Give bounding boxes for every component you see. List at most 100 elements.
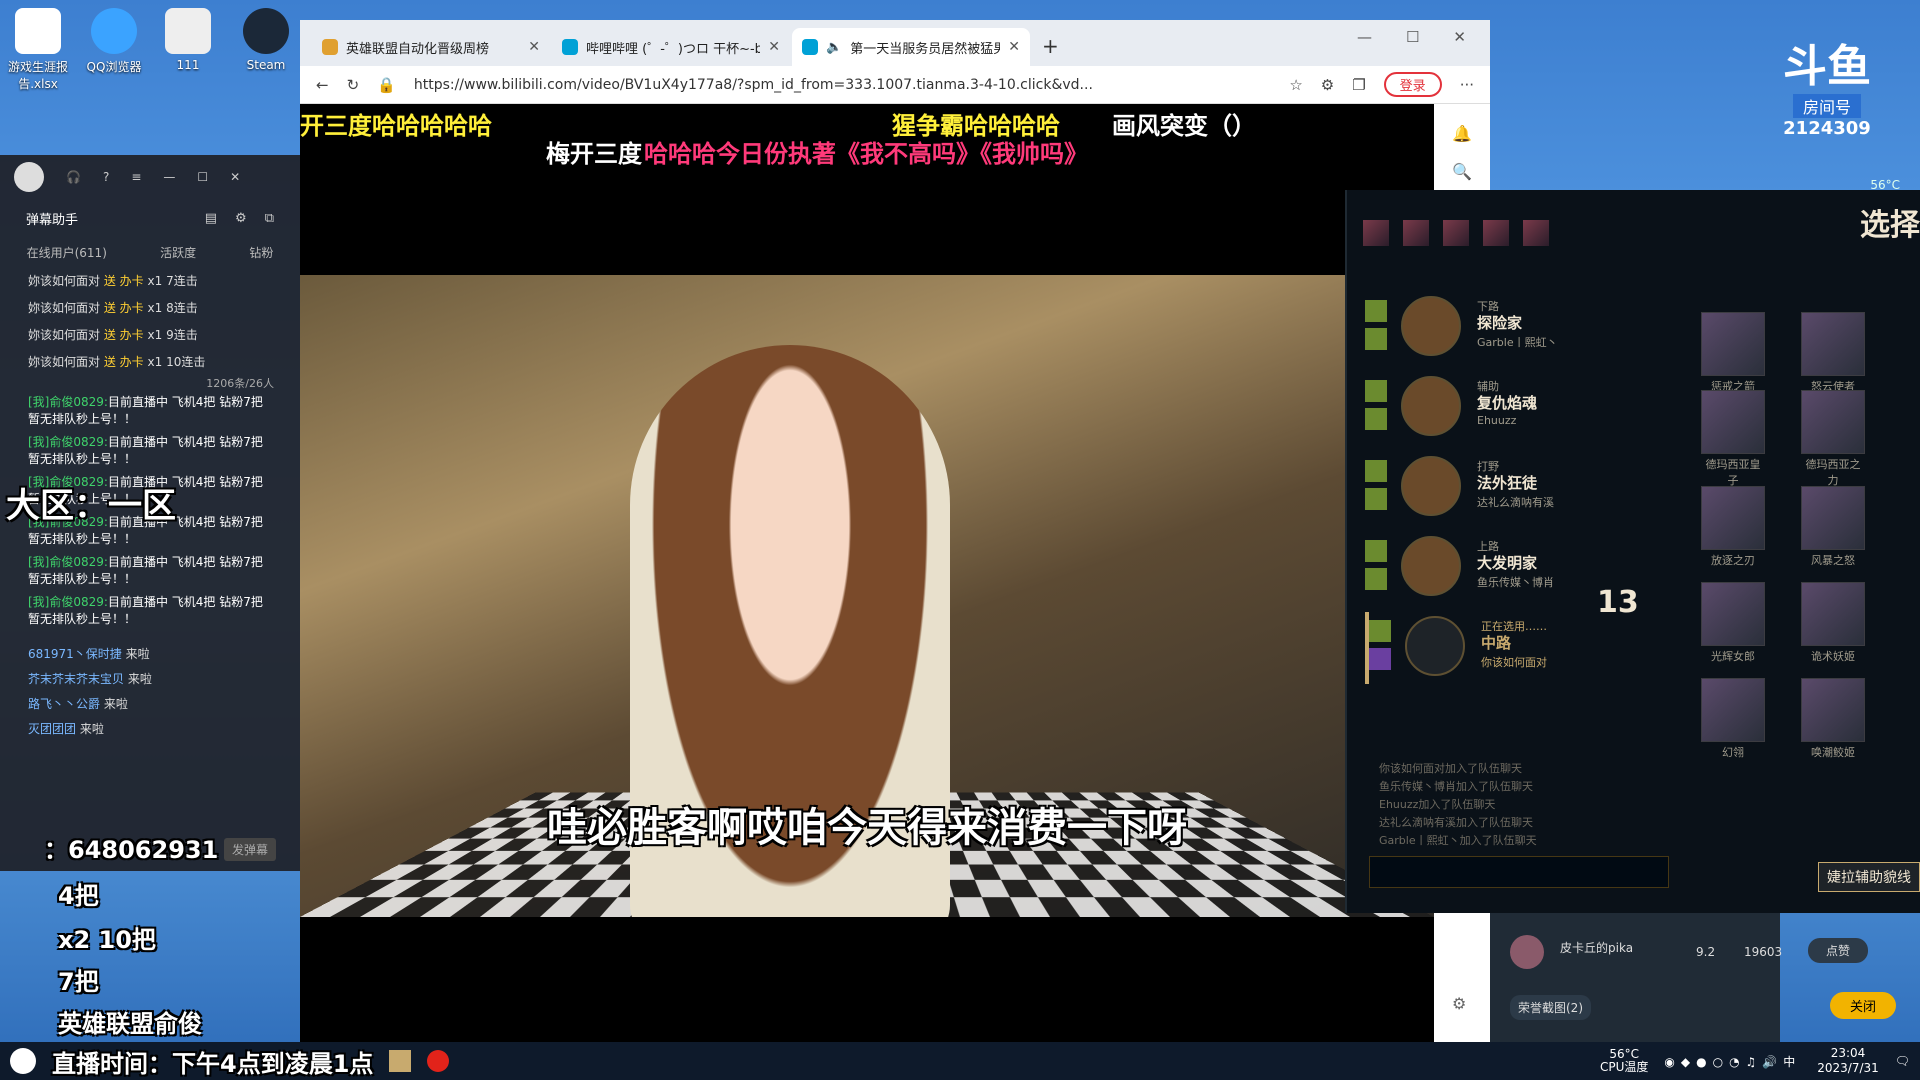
lol-confirm-button[interactable]: 婕拉辅助貌线: [1818, 862, 1920, 892]
bell-icon[interactable]: 🔔: [1452, 124, 1472, 144]
video-player[interactable]: 开三度哈哈哈哈哈 猩争霸哈哈哈哈 画风突变（） 梅开三度 哈哈哈今日份执著《我不…: [300, 104, 1434, 1042]
tab-diamond-fans[interactable]: 钻粉: [249, 244, 273, 261]
close-icon[interactable]: ✕: [230, 170, 240, 184]
honor-panel: 皮卡丘的pika 9.2 19603 荣誉截图(2): [1490, 913, 1783, 1043]
maximize-icon[interactable]: ☐: [1406, 28, 1419, 46]
tray-icons[interactable]: ◉◆●○◔♫🔊中: [1664, 1053, 1801, 1070]
ban-slot: [1523, 220, 1549, 246]
champion-option[interactable]: 德玛西亚皇子: [1701, 390, 1765, 488]
champion-option[interactable]: 德玛西亚之力: [1801, 390, 1865, 488]
champion-option[interactable]: 惩戒之箭: [1701, 312, 1765, 394]
desktop-icon-111[interactable]: 111: [152, 8, 224, 72]
champion-option[interactable]: 怒云使者: [1801, 312, 1865, 394]
desktop-icon-qq-browser[interactable]: QQ浏览器: [78, 8, 150, 75]
headset-icon[interactable]: 🎧: [66, 170, 81, 184]
champion-icon: [1701, 312, 1765, 376]
champion-option[interactable]: 放逐之刃: [1701, 486, 1765, 568]
tab-video[interactable]: 🔈 第一天当服务员居然被猛男 ✕: [792, 28, 1030, 66]
douyu-logo: 斗鱼: [1783, 41, 1871, 92]
collections-icon[interactable]: ❐: [1352, 76, 1365, 94]
maximize-icon[interactable]: ☐: [197, 170, 208, 184]
qq-browser-icon: [91, 8, 137, 54]
helper-toolbar: 🎧 ? ≡ — ☐ ✕: [0, 155, 300, 199]
desktop-icon-report[interactable]: 游戏生涯报告.xlsx: [2, 8, 74, 92]
enter-message: 灭团团团 来啦: [28, 722, 104, 736]
tab-online-users[interactable]: 在线用户(611): [27, 244, 107, 261]
refresh-icon[interactable]: ↻: [347, 76, 360, 94]
like-button[interactable]: 点赞: [1808, 938, 1869, 963]
chat-message: [我]俞俊0829:目前直播中 飞机4把 钻粉7把暂无排队秒上号！！: [28, 555, 263, 586]
champion-option[interactable]: 幻翎: [1701, 678, 1765, 760]
gear-icon[interactable]: ⚙: [235, 211, 247, 226]
search-icon[interactable]: 🔍: [1452, 162, 1472, 182]
champion-portrait: [1401, 296, 1461, 356]
danmaku-item: 开三度哈哈哈哈哈: [300, 112, 492, 140]
honor-player-name: 皮卡丘的pika: [1560, 941, 1634, 955]
help-icon[interactable]: ?: [103, 170, 109, 184]
team-chat-log: 你该如何面对加入了队伍聊天 鱼乐传媒丶博肖加入了队伍聊天 Ehuuzz加入了队伍…: [1379, 762, 1537, 847]
more-icon[interactable]: ···: [1460, 76, 1474, 94]
start-icon[interactable]: [10, 1048, 36, 1074]
close-icon[interactable]: ✕: [528, 39, 540, 55]
back-icon[interactable]: ←: [316, 76, 329, 94]
champion-icon: [1701, 486, 1765, 550]
avatar[interactable]: [14, 162, 44, 192]
helper-tabs: 在线用户(611) 活跃度 钻粉: [0, 237, 300, 267]
star-icon[interactable]: ☆: [1289, 76, 1302, 94]
overlay-diamond-count: 7把: [58, 968, 99, 996]
extensions-icon[interactable]: ⚙: [1321, 76, 1334, 94]
close-icon[interactable]: ✕: [1008, 39, 1020, 55]
champion-option[interactable]: 风暴之怒: [1801, 486, 1865, 568]
champion-option[interactable]: 唤潮鲛姬: [1801, 678, 1865, 760]
ban-slot: [1443, 220, 1469, 246]
champion-option[interactable]: 诡术妖姬: [1801, 582, 1865, 664]
list-icon[interactable]: ▤: [205, 211, 217, 226]
clock[interactable]: 23:04 2023/7/31: [1817, 1046, 1879, 1076]
send-danmu-button[interactable]: 发弹幕: [223, 838, 276, 861]
close-window-icon[interactable]: ✕: [1453, 28, 1466, 46]
tab-activity[interactable]: 活跃度: [160, 244, 196, 261]
login-button[interactable]: 登录: [1383, 72, 1442, 97]
gift-item: 妳该如何面对 送 办卡 x1 8连击: [28, 301, 198, 315]
tab-bilibili[interactable]: 哔哩哔哩 (゜-゜)つロ 干杯~-bili ✕: [552, 28, 790, 66]
pick-timer: 13: [1597, 585, 1639, 620]
bilibili-icon: [802, 39, 818, 55]
close-icon[interactable]: ✕: [768, 39, 780, 55]
message-count: 1206条/26人: [206, 377, 274, 390]
spell-icon: [1365, 328, 1387, 350]
champion-icon: [1801, 486, 1865, 550]
avatar: [1510, 935, 1544, 969]
minimize-icon[interactable]: —: [163, 170, 175, 184]
bilibili-icon: [562, 39, 578, 55]
lol-taskbar-icon[interactable]: [389, 1050, 412, 1072]
taskbar: 直播时间：下午4点到凌晨1点 56°C CPU温度 ◉◆●○◔♫🔊中 23:04…: [0, 1042, 1920, 1080]
champion-option[interactable]: 光辉女郎: [1701, 582, 1765, 664]
menu-icon[interactable]: ≡: [131, 170, 141, 184]
champion-icon: [1801, 678, 1865, 742]
overlay-region: 大区：一区: [6, 486, 176, 526]
speaker-icon[interactable]: 🔈: [826, 40, 842, 55]
ban-slot: [1363, 220, 1389, 246]
file-icon: [165, 8, 211, 54]
overlay-live-time: 直播时间：下午4点到凌晨1点: [52, 1049, 374, 1078]
team-chat-input[interactable]: [1369, 856, 1669, 888]
new-tab-button[interactable]: +: [1032, 34, 1069, 66]
desktop-icon-steam[interactable]: Steam: [230, 8, 302, 72]
champion-icon: [1701, 678, 1765, 742]
honor-points: 19603: [1744, 945, 1783, 959]
popout-icon[interactable]: ⧉: [265, 211, 274, 226]
honor-screenshot-button[interactable]: 荣誉截图(2): [1510, 995, 1591, 1020]
notification-icon[interactable]: 🗨: [1895, 1054, 1910, 1068]
gift-item: 妳该如何面对 送 办卡 x1 10连击: [28, 355, 206, 369]
url-field[interactable]: https://www.bilibili.com/video/BV1uX4y17…: [414, 77, 1271, 93]
netease-music-icon[interactable]: [427, 1050, 450, 1072]
close-honor-button[interactable]: 关闭: [1830, 992, 1897, 1019]
overlay-douyin: 英雄联盟俞俊: [58, 1010, 202, 1038]
danmaku-item: 画风突变（）: [1112, 112, 1256, 140]
danmaku-item: 梅开三度: [546, 140, 642, 168]
settings-icon[interactable]: ⚙: [1452, 994, 1472, 1014]
empty-portrait-icon: [1405, 616, 1465, 676]
spell-icon: [1365, 568, 1387, 590]
minimize-icon[interactable]: —: [1357, 28, 1372, 46]
tab-lol-ranking[interactable]: 英雄联盟自动化晋级周榜 ✕: [312, 28, 550, 66]
